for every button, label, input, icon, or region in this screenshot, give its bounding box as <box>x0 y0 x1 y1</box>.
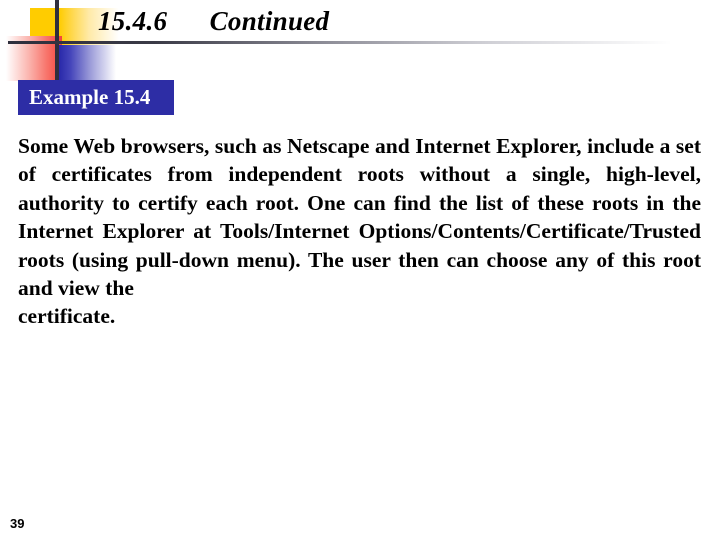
body-paragraph: Some Web browsers, such as Netscape and … <box>18 134 701 301</box>
yellow-square-shape <box>30 8 59 45</box>
vertical-divider-bar <box>55 0 59 83</box>
blue-gradient-shape <box>58 45 116 81</box>
example-badge-label: Example 15.4 <box>29 85 151 109</box>
red-gradient-shape <box>6 36 62 81</box>
slide-canvas: 15.4.6 Continued Example 15.4 Some Web b… <box>0 0 720 540</box>
body-paragraph-last-line: certificate. <box>18 304 116 329</box>
horizontal-rule <box>8 41 672 44</box>
slide-title: 15.4.6 Continued <box>98 6 330 36</box>
slide-body-text: Some Web browsers, such as Netscape and … <box>18 132 701 331</box>
example-badge: Example 15.4 <box>18 80 174 115</box>
page-number: 39 <box>10 516 25 531</box>
